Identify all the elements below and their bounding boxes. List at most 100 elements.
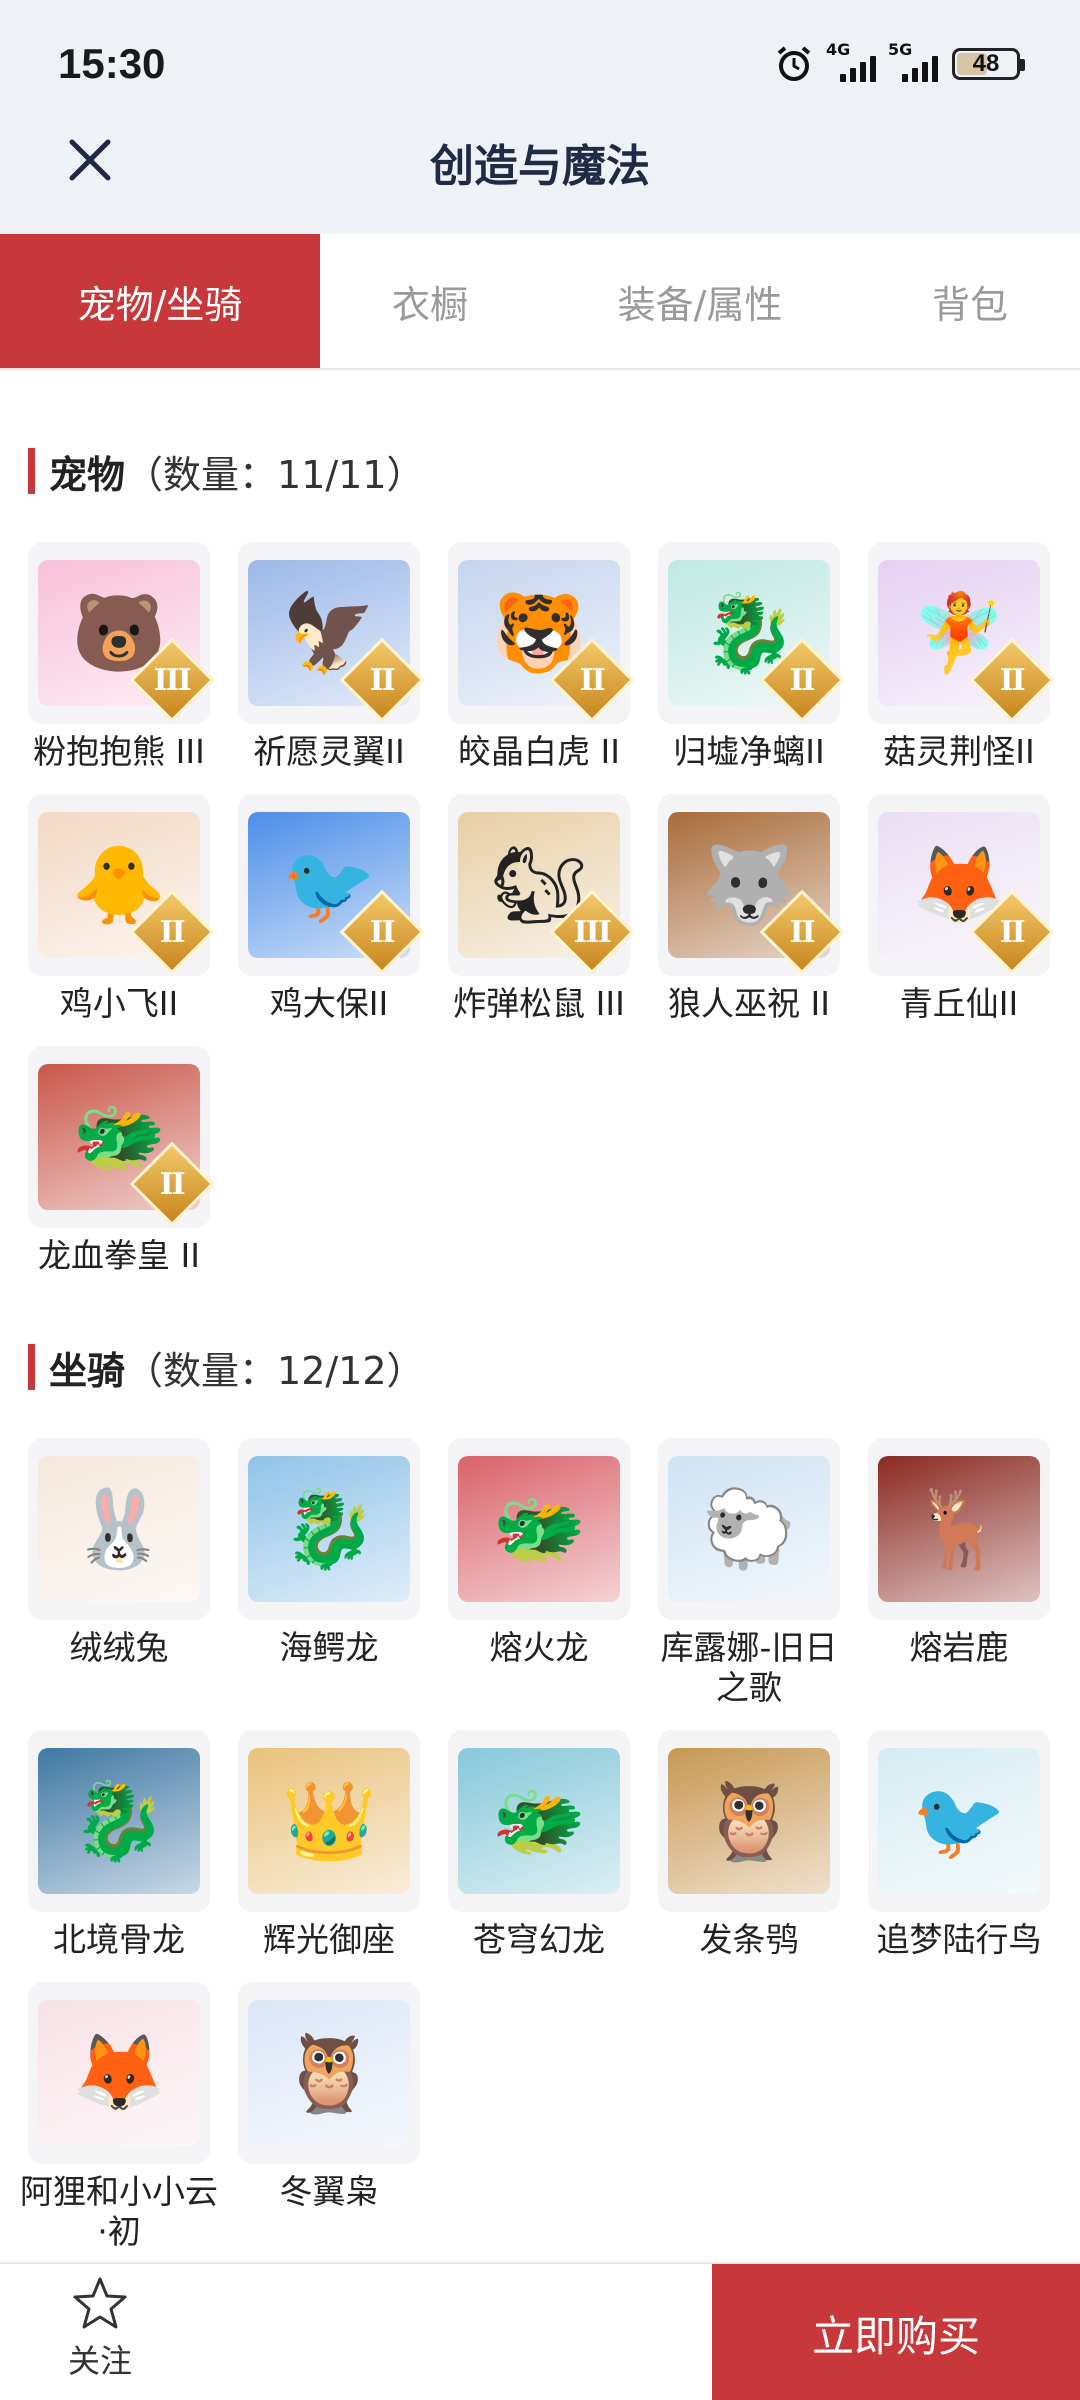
pet-item[interactable]: 🐥 II 鸡小飞II bbox=[28, 794, 215, 1024]
pet-thumbnail[interactable]: 🐻 III bbox=[28, 542, 215, 724]
tier-label: III bbox=[573, 914, 611, 950]
pet-item[interactable]: 🦊 II 青丘仙II bbox=[868, 794, 1055, 1024]
mount-item[interactable]: 🐉 海鳄龙 bbox=[238, 1438, 420, 1708]
mount-name: 北境骨龙 bbox=[53, 1920, 185, 1959]
section-count: （数量：11/11） bbox=[125, 452, 425, 497]
pet-name: 炸弹松鼠 III bbox=[453, 984, 625, 1023]
star-icon bbox=[73, 2277, 127, 2329]
buy-now-button[interactable]: 立即购买 bbox=[712, 2264, 1080, 2400]
mount-thumbnail[interactable]: 🐲 bbox=[448, 1438, 630, 1620]
mount-item[interactable]: 🦊 阿狸和小小云·初 bbox=[20, 1982, 218, 2252]
pet-thumbnail[interactable]: 🐺 II bbox=[658, 794, 845, 976]
mount-thumbnail[interactable]: 🐑 bbox=[658, 1438, 840, 1620]
mount-thumbnail[interactable]: 🐉 bbox=[28, 1730, 210, 1912]
alarm-icon bbox=[777, 46, 811, 81]
signal-4g-icon: 4G bbox=[826, 40, 876, 82]
mount-name: 苍穹幻龙 bbox=[473, 1920, 605, 1959]
mount-item[interactable]: 🐉 北境骨龙 bbox=[28, 1730, 210, 1960]
mount-item[interactable]: 🐑 库露娜-旧日之歌 bbox=[658, 1438, 840, 1708]
mount-item[interactable]: 🐰 绒绒兔 bbox=[28, 1438, 210, 1708]
pet-item[interactable]: 🐺 II 狼人巫祝 II bbox=[658, 794, 845, 1024]
pet-thumbnail[interactable]: 🐥 II bbox=[28, 794, 215, 976]
status-time: 15:30 bbox=[58, 40, 166, 87]
pet-item[interactable]: 🐯 II 皎晶白虎 II bbox=[448, 542, 635, 772]
tab-wardrobe[interactable]: 衣橱 bbox=[320, 234, 540, 368]
tab-bar: 宠物/坐骑 衣橱 装备/属性 背包 bbox=[0, 234, 1080, 370]
section-accent-bar bbox=[28, 448, 35, 494]
follow-label: 关注 bbox=[67, 2342, 132, 2380]
tab-pets-mounts[interactable]: 宠物/坐骑 bbox=[0, 234, 320, 368]
pet-thumbnail[interactable]: 🧚 II bbox=[868, 542, 1055, 724]
tab-backpack[interactable]: 背包 bbox=[860, 234, 1080, 368]
sky-dragon-icon: 🐲 bbox=[458, 1748, 620, 1894]
pet-thumbnail[interactable]: 🦅 II bbox=[238, 542, 425, 724]
pet-item[interactable]: 🐉 II 归墟净螭II bbox=[658, 542, 845, 772]
pet-thumbnail[interactable]: 🐿 III bbox=[448, 794, 635, 976]
mount-item[interactable]: 🦌 熔岩鹿 bbox=[868, 1438, 1050, 1708]
character-glyph: 🐑 bbox=[701, 1484, 797, 1573]
pet-item[interactable]: 🐻 III 粉抱抱熊 III bbox=[28, 542, 215, 772]
tier-label: II bbox=[579, 662, 605, 698]
mount-thumbnail[interactable]: 🐦 bbox=[868, 1730, 1050, 1912]
section-title: 坐骑 bbox=[49, 1348, 126, 1393]
pets-grid: 🐻 III 粉抱抱熊 III 🦅 II 祈愿灵翼II 🐯 II 皎晶白虎 II 🐉 II 归墟净螭II… bbox=[28, 542, 1058, 1298]
pet-thumbnail[interactable]: 🐲 II bbox=[28, 1046, 215, 1228]
pet-item[interactable]: 🐿 III 炸弹松鼠 III bbox=[448, 794, 635, 1024]
clockwork-owl-icon: 🦉 bbox=[668, 1748, 830, 1894]
pet-thumbnail[interactable]: 🐦 II bbox=[238, 794, 425, 976]
mount-item[interactable]: 🐦 追梦陆行鸟 bbox=[868, 1730, 1050, 1960]
mount-name: 熔火龙 bbox=[489, 1628, 589, 1667]
mount-thumbnail[interactable]: 👑 bbox=[238, 1730, 420, 1912]
mounts-grid: 🐰 绒绒兔 🐉 海鳄龙 🐲 熔火龙 🐑 库露娜-旧日之歌 🦌 熔岩鹿 🐉 北境骨龙 👑 辉光御座 🐲 苍穹幻龙… bbox=[20, 1438, 1058, 2274]
pet-name: 青丘仙II bbox=[899, 984, 1019, 1023]
section-mounts-heading: 坐骑 （数量：12/12） bbox=[28, 1342, 425, 1393]
character-glyph: 🐉 bbox=[281, 1484, 377, 1573]
mount-thumbnail[interactable]: 🦉 bbox=[658, 1730, 840, 1912]
pet-thumbnail[interactable]: 🦊 II bbox=[868, 794, 1055, 976]
pet-thumbnail[interactable]: 🐉 II bbox=[658, 542, 845, 724]
mount-name: 绒绒兔 bbox=[69, 1628, 169, 1667]
tier-label: II bbox=[369, 914, 395, 950]
status-icons: 4G 5G 48 bbox=[774, 40, 1025, 84]
battery-level: 48 bbox=[972, 50, 1000, 77]
character-glyph: 🦉 bbox=[701, 1776, 797, 1865]
fire-dragon-icon: 🐲 bbox=[458, 1456, 620, 1602]
pet-thumbnail[interactable]: 🐯 II bbox=[448, 542, 635, 724]
pet-item[interactable]: 🐲 II 龙血拳皇 II bbox=[28, 1046, 215, 1276]
character-glyph: 🐰 bbox=[71, 1484, 167, 1573]
mount-thumbnail[interactable]: 🐉 bbox=[238, 1438, 420, 1620]
character-glyph: 🐉 bbox=[71, 1776, 167, 1865]
pet-item[interactable]: 🧚 II 菇灵荆怪II bbox=[868, 542, 1055, 772]
tier-label: II bbox=[999, 662, 1025, 698]
tier-label: III bbox=[153, 662, 191, 698]
pet-name: 狼人巫祝 II bbox=[668, 984, 830, 1023]
mount-name: 辉光御座 bbox=[263, 1920, 395, 1959]
pet-name: 祈愿灵翼II bbox=[253, 732, 405, 771]
mount-item[interactable]: 🐲 苍穹幻龙 bbox=[448, 1730, 630, 1960]
mount-thumbnail[interactable]: 🦌 bbox=[868, 1438, 1050, 1620]
character-glyph: 🐲 bbox=[491, 1484, 587, 1573]
tab-equipment[interactable]: 装备/属性 bbox=[540, 234, 860, 368]
pet-item[interactable]: 🐦 II 鸡大保II bbox=[238, 794, 425, 1024]
pet-item[interactable]: 🦅 II 祈愿灵翼II bbox=[238, 542, 425, 772]
mount-thumbnail[interactable]: 🐲 bbox=[448, 1730, 630, 1912]
title-bar: 创造与魔法 bbox=[0, 120, 1080, 234]
mount-thumbnail[interactable]: 🦊 bbox=[28, 1982, 210, 2164]
bottom-action-bar: 关注 立即购买 bbox=[0, 2262, 1080, 2400]
mount-thumbnail[interactable]: 🦉 bbox=[238, 1982, 420, 2164]
character-glyph: 🐲 bbox=[491, 1776, 587, 1865]
character-glyph: 🦊 bbox=[71, 2028, 167, 2117]
section-pets-heading: 宠物 （数量：11/11） bbox=[28, 446, 425, 497]
network-type-label: 5G bbox=[888, 40, 913, 59]
tier-label: II bbox=[159, 914, 185, 950]
mount-item[interactable]: 🦉 发条鸮 bbox=[658, 1730, 840, 1960]
follow-button[interactable]: 关注 bbox=[40, 2274, 160, 2382]
mount-item[interactable]: 🐲 熔火龙 bbox=[448, 1438, 630, 1708]
mount-item[interactable]: 👑 辉光御座 bbox=[238, 1730, 420, 1960]
character-glyph: 🐦 bbox=[911, 1776, 1007, 1865]
mount-thumbnail[interactable]: 🐰 bbox=[28, 1438, 210, 1620]
section-accent-bar bbox=[28, 1344, 35, 1390]
tier-label: II bbox=[369, 662, 395, 698]
mount-item[interactable]: 🦉 冬翼枭 bbox=[238, 1982, 420, 2252]
character-glyph: 👑 bbox=[281, 1776, 377, 1865]
